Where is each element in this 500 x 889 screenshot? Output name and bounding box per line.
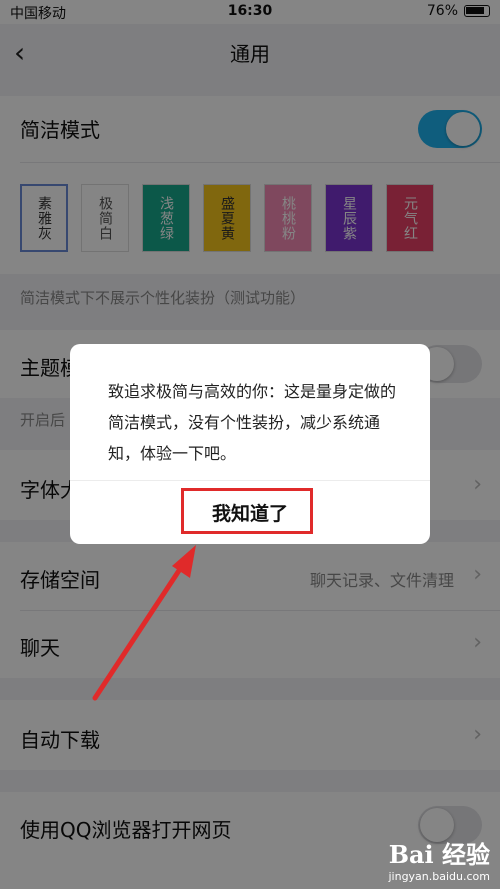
annotation-arrow bbox=[92, 545, 196, 701]
watermark: Bai 经验 jingyan.baidu.com bbox=[388, 835, 490, 883]
watermark-brand: Bai 经验 bbox=[388, 840, 490, 869]
watermark-url: jingyan.baidu.com bbox=[388, 870, 490, 883]
